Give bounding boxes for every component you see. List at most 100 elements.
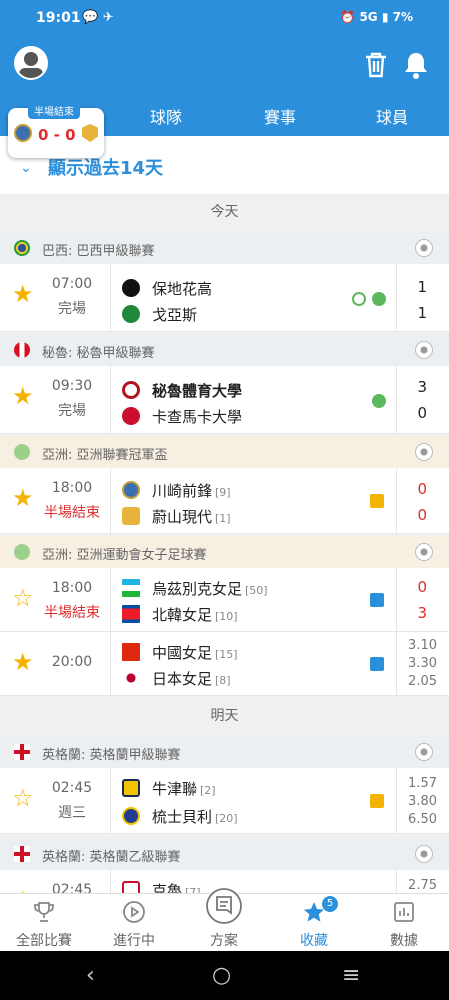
away-crest-icon (82, 124, 98, 142)
live-field-icon[interactable] (370, 794, 384, 808)
match-row[interactable]: ☆ 02:45 週三 牛津聯 [2] 梳士貝利 [20] 1.57 3.80 6.5… (0, 768, 449, 834)
odds-home: 2.75 (408, 878, 437, 893)
play-icon (123, 901, 145, 923)
favorite-star-icon[interactable]: ★ (12, 282, 34, 306)
team-crest-icon (122, 807, 140, 825)
north-korea-flag-icon (122, 605, 140, 623)
match-time: 18:00 (51, 480, 93, 496)
match-status: 半場結束 (44, 505, 100, 521)
trash-icon[interactable] (362, 50, 390, 80)
football-icon[interactable] (415, 543, 433, 561)
league-name: 巴西: 巴西甲級聯賽 (42, 244, 155, 259)
match-status: 完場 (58, 301, 86, 317)
league-name: 秘魯: 秘魯甲級聯賽 (42, 346, 155, 361)
play-video-icon[interactable] (352, 292, 366, 306)
nav-plans[interactable]: 方案 (184, 888, 264, 952)
favorite-star-icon[interactable]: ★ (12, 650, 34, 674)
tab-teams[interactable]: 球隊 (150, 104, 182, 128)
odds-away: 2.05 (408, 674, 437, 689)
match-time: 20:00 (51, 654, 93, 670)
day-header-tomorrow: 明天 (0, 698, 449, 734)
tab-players[interactable]: 球員 (376, 104, 408, 128)
match-row[interactable]: ☆ 18:00 半場結束 烏茲別克女足 [50] 北韓女足 [10] 0 3 (0, 568, 449, 632)
notification-icons: 💬 ✈ (82, 10, 114, 25)
league-header[interactable]: 巴西: 巴西甲級聯賽 (0, 232, 449, 264)
video-icon[interactable] (370, 593, 384, 607)
odds-home: 1.57 (408, 776, 437, 791)
away-score: 3 (417, 604, 427, 622)
brazil-flag-icon (14, 240, 30, 256)
match-status: 週三 (58, 805, 86, 821)
asia-map-icon (14, 444, 30, 460)
china-flag-icon (122, 643, 140, 661)
nav-label: 數據 (390, 933, 418, 949)
stats-icon[interactable] (372, 394, 386, 408)
league-name: 英格蘭: 英格蘭乙級聯賽 (42, 850, 181, 865)
league-name: 亞洲: 亞洲運動會女子足球賽 (42, 548, 207, 563)
football-icon[interactable] (415, 845, 433, 863)
team-crest-icon (122, 381, 140, 399)
favorite-star-icon[interactable]: ★ (12, 486, 34, 510)
league-name: 亞洲: 亞洲聯賽冠軍盃 (42, 448, 168, 463)
asia-map-icon (14, 544, 30, 560)
league-header[interactable]: 亞洲: 亞洲運動會女子足球賽 (0, 536, 449, 568)
football-icon[interactable] (415, 743, 433, 761)
match-row[interactable]: ★ 09:30 完場 秘魯體育大學 卡查馬卡大學 3 0 (0, 366, 449, 434)
system-icons: ⏰ 5G ▮ 7% (340, 10, 413, 24)
match-time: 02:45 (51, 780, 93, 796)
match-row[interactable]: ★ 20:00 中國女足 [15] 日本女足 [8] 3.10 3.30 2.05 (0, 632, 449, 696)
home-score: 1 (417, 278, 427, 296)
football-icon[interactable] (415, 239, 433, 257)
day-header-today: 今天 (0, 194, 449, 230)
home-score: 0 (417, 578, 427, 596)
stats-icon[interactable] (372, 292, 386, 306)
match-row[interactable]: ★ 07:00 完場 保地花高 戈亞斯 1 1 (0, 264, 449, 332)
live-field-icon[interactable] (370, 494, 384, 508)
favorite-star-empty-icon[interactable]: ☆ (12, 786, 34, 810)
league-header[interactable]: 英格蘭: 英格蘭甲級聯賽 (0, 736, 449, 768)
league-header[interactable]: 亞洲: 亞洲聯賽冠軍盃 (0, 436, 449, 468)
away-score: 1 (417, 304, 427, 322)
away-score: 0 (417, 404, 427, 422)
app-bar (0, 36, 449, 96)
team-crest-icon (122, 779, 140, 797)
system-navigation-bar: ‹ ○ ≡ (0, 951, 449, 1000)
favorite-star-icon[interactable]: ★ (12, 384, 34, 408)
nav-all-matches[interactable]: 全部比賽 (4, 894, 84, 952)
league-header[interactable]: 英格蘭: 英格蘭乙級聯賽 (0, 838, 449, 870)
tab-competitions[interactable]: 賽事 (264, 104, 296, 128)
nav-favorites[interactable]: 5 收藏 (274, 894, 354, 952)
football-icon[interactable] (415, 443, 433, 461)
match-status: 完場 (58, 403, 86, 419)
favorite-star-empty-icon[interactable]: ☆ (12, 586, 34, 610)
status-bar: 19:01 💬 ✈ ⏰ 5G ▮ 7% (0, 0, 449, 36)
back-icon[interactable]: ‹ (86, 963, 95, 988)
team-crest-icon (122, 279, 140, 297)
bell-icon[interactable] (402, 50, 430, 80)
league-header[interactable]: 秘魯: 秘魯甲級聯賽 (0, 334, 449, 366)
match-time: 07:00 (51, 276, 93, 292)
favorites-count-badge: 5 (322, 896, 338, 912)
football-icon[interactable] (415, 341, 433, 359)
england-flag-icon (14, 744, 30, 760)
home-icon[interactable]: ○ (212, 963, 231, 988)
video-icon[interactable] (370, 657, 384, 671)
nav-label: 全部比賽 (16, 933, 72, 949)
nav-data[interactable]: 數據 (364, 894, 444, 952)
team-crest-icon (122, 507, 140, 525)
team-crest-icon (122, 481, 140, 499)
nav-in-progress[interactable]: 進行中 (94, 894, 174, 952)
peru-flag-icon (14, 342, 30, 358)
match-status: 半場結束 (44, 605, 100, 621)
bottom-navigation: 全部比賽 進行中 方案 5 收藏 數據 (0, 888, 449, 952)
odds-away: 6.50 (408, 812, 437, 827)
halftime-score-popup[interactable]: 半場結束 0 - 0 (8, 102, 104, 158)
away-score: 0 (417, 506, 427, 524)
nav-label: 收藏 (300, 933, 328, 949)
team-crest-icon (122, 407, 140, 425)
recents-icon[interactable]: ≡ (342, 963, 360, 988)
team-crest-icon (122, 305, 140, 323)
chart-icon (394, 902, 414, 922)
match-row[interactable]: ★ 18:00 半場結束 川崎前鋒 [9] 蔚山現代 [1] 0 0 (0, 468, 449, 534)
avatar[interactable] (14, 46, 48, 80)
